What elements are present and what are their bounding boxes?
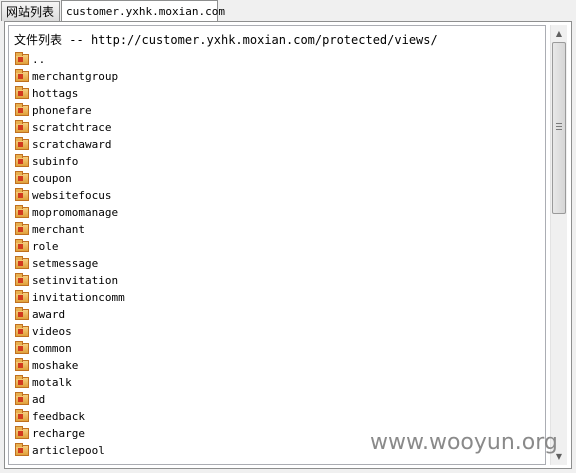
folder-name: hottags <box>32 87 79 100</box>
folder-name: feedback <box>32 410 85 423</box>
header-separator: -- <box>69 33 84 47</box>
folder-row[interactable]: feedback <box>15 408 125 425</box>
folder-row[interactable]: .. <box>15 51 125 68</box>
folder-row[interactable]: articlepool <box>15 442 125 459</box>
folder-icon <box>15 290 29 303</box>
folder-icon <box>15 409 29 422</box>
folder-row[interactable]: mopromomanage <box>15 204 125 221</box>
folder-icon <box>15 256 29 269</box>
folder-icon <box>15 358 29 371</box>
folder-name: coupon <box>32 172 72 185</box>
vertical-scrollbar[interactable]: ▲ ▼ <box>550 25 567 465</box>
folder-row[interactable]: websitefocus <box>15 187 125 204</box>
folder-name: setmessage <box>32 257 99 270</box>
folder-icon <box>15 86 29 99</box>
folder-icon <box>15 392 29 405</box>
scrollbar-grip <box>556 123 562 132</box>
folder-row[interactable]: moshake <box>15 357 125 374</box>
file-list[interactable]: 文件列表 -- http://customer.yxhk.moxian.com/… <box>8 25 546 465</box>
folder-name: scratchaward <box>32 138 112 151</box>
folder-icon <box>15 273 29 286</box>
folder-icon <box>15 341 29 354</box>
folder-name: award <box>32 308 66 321</box>
folder-icon <box>15 171 29 184</box>
folder-row[interactable]: subinfo <box>15 153 125 170</box>
folder-icon <box>15 324 29 337</box>
file-list-header: 文件列表 -- http://customer.yxhk.moxian.com/… <box>14 31 438 48</box>
file-list-label: 文件列表 <box>14 33 63 47</box>
folder-icon <box>15 239 29 252</box>
folder-name: .. <box>32 53 46 66</box>
folder-name: merchantgroup <box>32 70 119 83</box>
folder-row[interactable]: merchant <box>15 221 125 238</box>
folder-icon <box>15 205 29 218</box>
folder-row[interactable]: videos <box>15 323 125 340</box>
folder-row[interactable]: scratchaward <box>15 136 125 153</box>
scroll-up-arrow-icon[interactable]: ▲ <box>551 25 567 42</box>
folder-name: role <box>32 240 59 253</box>
folder-icon <box>15 426 29 439</box>
folder-row[interactable]: common <box>15 340 125 357</box>
folder-name: invitationcomm <box>32 291 125 304</box>
folder-name: websitefocus <box>32 189 112 202</box>
folder-icon <box>15 375 29 388</box>
folder-icon <box>15 69 29 82</box>
folder-row[interactable]: role <box>15 238 125 255</box>
folder-row[interactable]: invitationcomm <box>15 289 125 306</box>
folder-icon <box>15 188 29 201</box>
folder-name: subinfo <box>32 155 79 168</box>
tab-site-list[interactable]: 网站列表 <box>1 1 60 21</box>
folder-name: ad <box>32 393 46 406</box>
folder-icon <box>15 154 29 167</box>
tab-customer-site[interactable]: customer.yxhk.moxian.com <box>61 0 225 22</box>
folder-name: recharge <box>32 427 85 440</box>
folder-name: moshake <box>32 359 79 372</box>
folder-name: videos <box>32 325 72 338</box>
folder-rows: .. merchantgroup hottags phonefare scratchtr… <box>15 51 125 459</box>
folder-name: motalk <box>32 376 72 389</box>
folder-name: setinvitation <box>32 274 119 287</box>
folder-row[interactable]: coupon <box>15 170 125 187</box>
folder-name: articlepool <box>32 444 105 457</box>
folder-row[interactable]: merchantgroup <box>15 68 125 85</box>
watermark: www.wooyun.org <box>370 430 558 455</box>
folder-row[interactable]: hottags <box>15 85 125 102</box>
folder-row[interactable]: setmessage <box>15 255 125 272</box>
folder-name: merchant <box>32 223 85 236</box>
folder-icon <box>15 222 29 235</box>
folder-row[interactable]: recharge <box>15 425 125 442</box>
file-manager-panel: 文件列表 -- http://customer.yxhk.moxian.com/… <box>4 21 572 469</box>
scrollbar-thumb[interactable] <box>552 42 566 214</box>
folder-icon <box>15 137 29 150</box>
folder-row[interactable]: phonefare <box>15 102 125 119</box>
folder-icon <box>15 443 29 456</box>
folder-row[interactable]: scratchtrace <box>15 119 125 136</box>
folder-row[interactable]: setinvitation <box>15 272 125 289</box>
folder-name: mopromomanage <box>32 206 119 219</box>
folder-icon <box>15 52 29 65</box>
folder-row[interactable]: ad <box>15 391 125 408</box>
folder-name: common <box>32 342 72 355</box>
folder-icon <box>15 103 29 116</box>
folder-row[interactable]: motalk <box>15 374 125 391</box>
folder-name: phonefare <box>32 104 92 117</box>
folder-icon <box>15 307 29 320</box>
tab-bar: 网站列表 customer.yxhk.moxian.com <box>0 0 576 22</box>
current-path: http://customer.yxhk.moxian.com/protecte… <box>90 33 438 47</box>
folder-row[interactable]: award <box>15 306 125 323</box>
folder-icon <box>15 120 29 133</box>
folder-name: scratchtrace <box>32 121 112 134</box>
